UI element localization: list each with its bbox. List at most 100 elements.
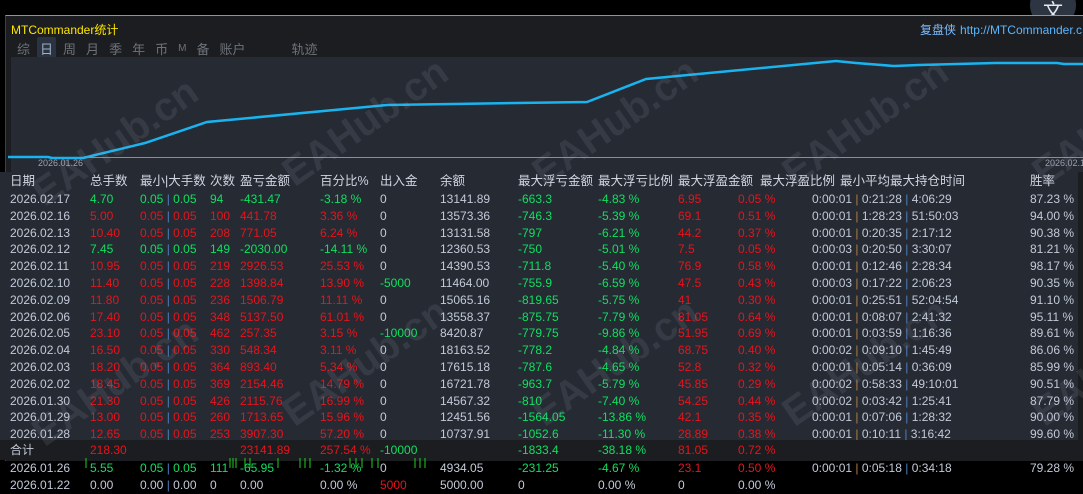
max-floating-loss-cell: -875.75	[518, 309, 559, 324]
max-lots: 0.05	[173, 326, 197, 341]
table-row[interactable]: 2026.01.22 0.00 0.00 | 0.00 0 0.00 0.00 % 5000…	[0, 477, 1078, 494]
column-header: 最大浮盈金额	[678, 174, 754, 188]
table-row[interactable]: 2026.02.12 7.45 0.05 | 0.05 149 -2030.00 -14.…	[0, 241, 1078, 258]
max-floating-loss-ratio-cell: -6.21 %	[598, 225, 640, 240]
deposit-withdraw-cell: 0	[380, 242, 387, 257]
deposit-withdraw-cell: 0	[380, 343, 387, 358]
trade-count-cell: 208	[210, 225, 231, 240]
min-max-lots-cell: 0.05 | 0.05	[140, 325, 197, 342]
date-cell: 2026.02.12	[10, 242, 71, 257]
table-row[interactable]: 2026.01.29 13.00 0.05 | 0.05 260 1713.65 15.9…	[0, 409, 1078, 426]
max-lots: 0.05	[173, 259, 197, 274]
balance-cell: 14567.32	[440, 393, 491, 408]
table-row[interactable]: 2026.02.13 10.40 0.05 | 0.05 208 771.05 6.24 …	[0, 225, 1078, 242]
percent-cell: 3.15 %	[320, 326, 358, 341]
table-row[interactable]: 2026.02.10 11.40 0.05 | 0.05 228 1398.84 13.9…	[0, 275, 1078, 292]
separator: |	[163, 360, 174, 374]
max-floating-loss-cell: -797	[518, 225, 543, 240]
min-hold-time: 0:00:03	[812, 276, 853, 290]
deposit-withdraw-cell: 0	[380, 410, 387, 425]
max-floating-loss-ratio-cell: -4.65 %	[598, 360, 640, 374]
holding-time-cell: 0:00:01 | 0:08:07 | 2:41:32	[812, 309, 952, 326]
holding-time-cell: 0:00:01 | 0:25:51 | 52:04:54	[812, 292, 958, 309]
table-row[interactable]: 2026.02.02 18.45 0.05 | 0.05 369 2154.46 14.7…	[0, 376, 1078, 393]
min-max-lots-cell: 0.05 | 0.05	[140, 342, 197, 359]
percent-cell: 16.99 %	[320, 393, 365, 408]
balance-cell: 8420.87	[440, 326, 484, 341]
table-row[interactable]: 2026.02.16 5.00 0.05 | 0.05 100 441.78 3.36 %…	[0, 208, 1078, 225]
pnl-cell: 2926.53	[240, 259, 284, 274]
column-header: 盈亏金额	[240, 174, 291, 188]
table-row[interactable]: 2026.02.03 18.20 0.05 | 0.05 364 893.40 5.34 …	[0, 359, 1078, 376]
table-row[interactable]: 2026.02.17 4.70 0.05 | 0.05 94 -431.47 -3.18 …	[0, 191, 1078, 208]
holding-time-cell: 0:00:01 | 0:12:46 | 2:28:34	[812, 258, 952, 275]
min-hold-time: 0:00:01	[812, 292, 853, 307]
separator: |	[852, 360, 862, 374]
max-floating-profit-cell: 41	[678, 292, 692, 307]
min-hold-time: 0:00:01	[812, 208, 853, 223]
separator: |	[852, 393, 862, 408]
max-floating-loss-ratio-cell: -6.59 %	[598, 276, 640, 290]
max-floating-profit-cell: 6.95	[678, 192, 702, 206]
column-header: 余额	[440, 174, 466, 188]
separator: |	[852, 208, 862, 223]
max-floating-profit-cell: 52.8	[678, 360, 702, 374]
column-header: 百分比%	[320, 174, 369, 188]
separator: |	[901, 410, 912, 425]
total-lots-cell: 7.45	[90, 242, 114, 257]
max-floating-profit-cell: 44.2	[678, 225, 702, 240]
max-hold-time: 51:50:03	[911, 208, 959, 223]
pnl-cell: 441.78	[240, 208, 277, 223]
avg-hold-time: 0:03:42	[861, 393, 902, 408]
table-row[interactable]: 2026.02.11 10.95 0.05 | 0.05 219 2926.53 25.5…	[0, 258, 1078, 275]
percent-cell: 11.11 %	[320, 292, 363, 307]
table-row[interactable]: 2026.02.09 11.80 0.05 | 0.05 236 1506.79 11.1…	[0, 292, 1078, 309]
separator: |	[901, 360, 912, 374]
min-max-lots-cell: 0.05 | 0.05	[140, 393, 197, 410]
separator: |	[163, 242, 174, 257]
max-hold-time: 0:36:09	[911, 360, 952, 374]
total-lots-cell: 10.95	[90, 259, 121, 274]
percent-cell: 5.34 %	[320, 360, 358, 374]
x-axis-end-label: 2026.02.1	[1045, 158, 1083, 168]
deposit-withdraw-cell: 0	[380, 309, 387, 324]
total-lots-cell: 13.00	[90, 410, 121, 425]
balance-cell: 13573.36	[440, 208, 491, 223]
total-lots-cell: 23.10	[90, 326, 121, 341]
table-row[interactable]: 2026.02.05 23.10 0.05 | 0.05 462 257.35 3.15 …	[0, 325, 1078, 342]
separator: |	[901, 276, 912, 290]
avg-hold-time: 0:20:35	[861, 225, 902, 240]
max-floating-loss-ratio-cell: -4.83 %	[598, 192, 640, 206]
table-row[interactable]: 2026.01.30 21.30 0.05 | 0.05 426 2115.76 16.9…	[0, 393, 1078, 410]
separator: |	[163, 276, 174, 290]
max-lots: 0.05	[173, 360, 197, 374]
max-floating-loss-ratio-cell: -5.79 %	[598, 376, 640, 391]
avg-hold-time: 0:58:33	[861, 376, 902, 391]
equity-line	[8, 59, 1083, 160]
separator: |	[901, 326, 912, 341]
percent-cell: 61.01 %	[320, 309, 365, 324]
pnl-cell: -431.47	[240, 192, 281, 206]
total-lots-cell: 21.30	[90, 393, 121, 408]
win-rate-cell: 90.00 %	[1030, 410, 1075, 425]
holding-time-cell: 0:00:01 | 0:07:06 | 1:28:32	[812, 409, 952, 426]
table-row[interactable]: 2026.02.06 17.40 0.05 | 0.05 348 5137.50 61.0…	[0, 309, 1078, 326]
trade-count-cell: 94	[210, 192, 224, 206]
max-hold-time: 3:30:07	[911, 242, 952, 257]
holding-time-cell: 0:00:01 | 0:21:28 | 4:06:29	[812, 191, 952, 208]
column-header: 最小平均最大持仓时间	[840, 174, 966, 188]
min-hold-time: 0:00:01	[812, 410, 853, 425]
max-hold-time: 4:06:29	[911, 192, 952, 206]
avg-hold-time: 0:05:14	[861, 360, 902, 374]
percent-cell: 25.53 %	[320, 259, 365, 274]
holding-time-cell: 0:00:01 | 1:28:23 | 51:50:03	[812, 208, 958, 225]
date-cell: 2026.02.16	[10, 208, 71, 223]
deposit-withdraw-cell: 0	[380, 360, 387, 374]
separator: |	[163, 477, 174, 492]
trade-count-cell: 0	[210, 477, 217, 492]
daily-stats-table: 日期 总手数 最小|大手数 次数 盈亏金额 百分比% 出入金 余额 最大浮亏金额 最大浮亏比例 最大…	[0, 172, 1078, 492]
max-floating-loss-ratio-cell: -7.40 %	[598, 393, 640, 408]
table-row[interactable]: 2026.02.04 16.50 0.05 | 0.05 330 548.34 3.11 …	[0, 342, 1078, 359]
min-hold-time: 0:00:03	[812, 242, 853, 257]
max-floating-profit-ratio-cell: 0.64 %	[738, 309, 776, 324]
